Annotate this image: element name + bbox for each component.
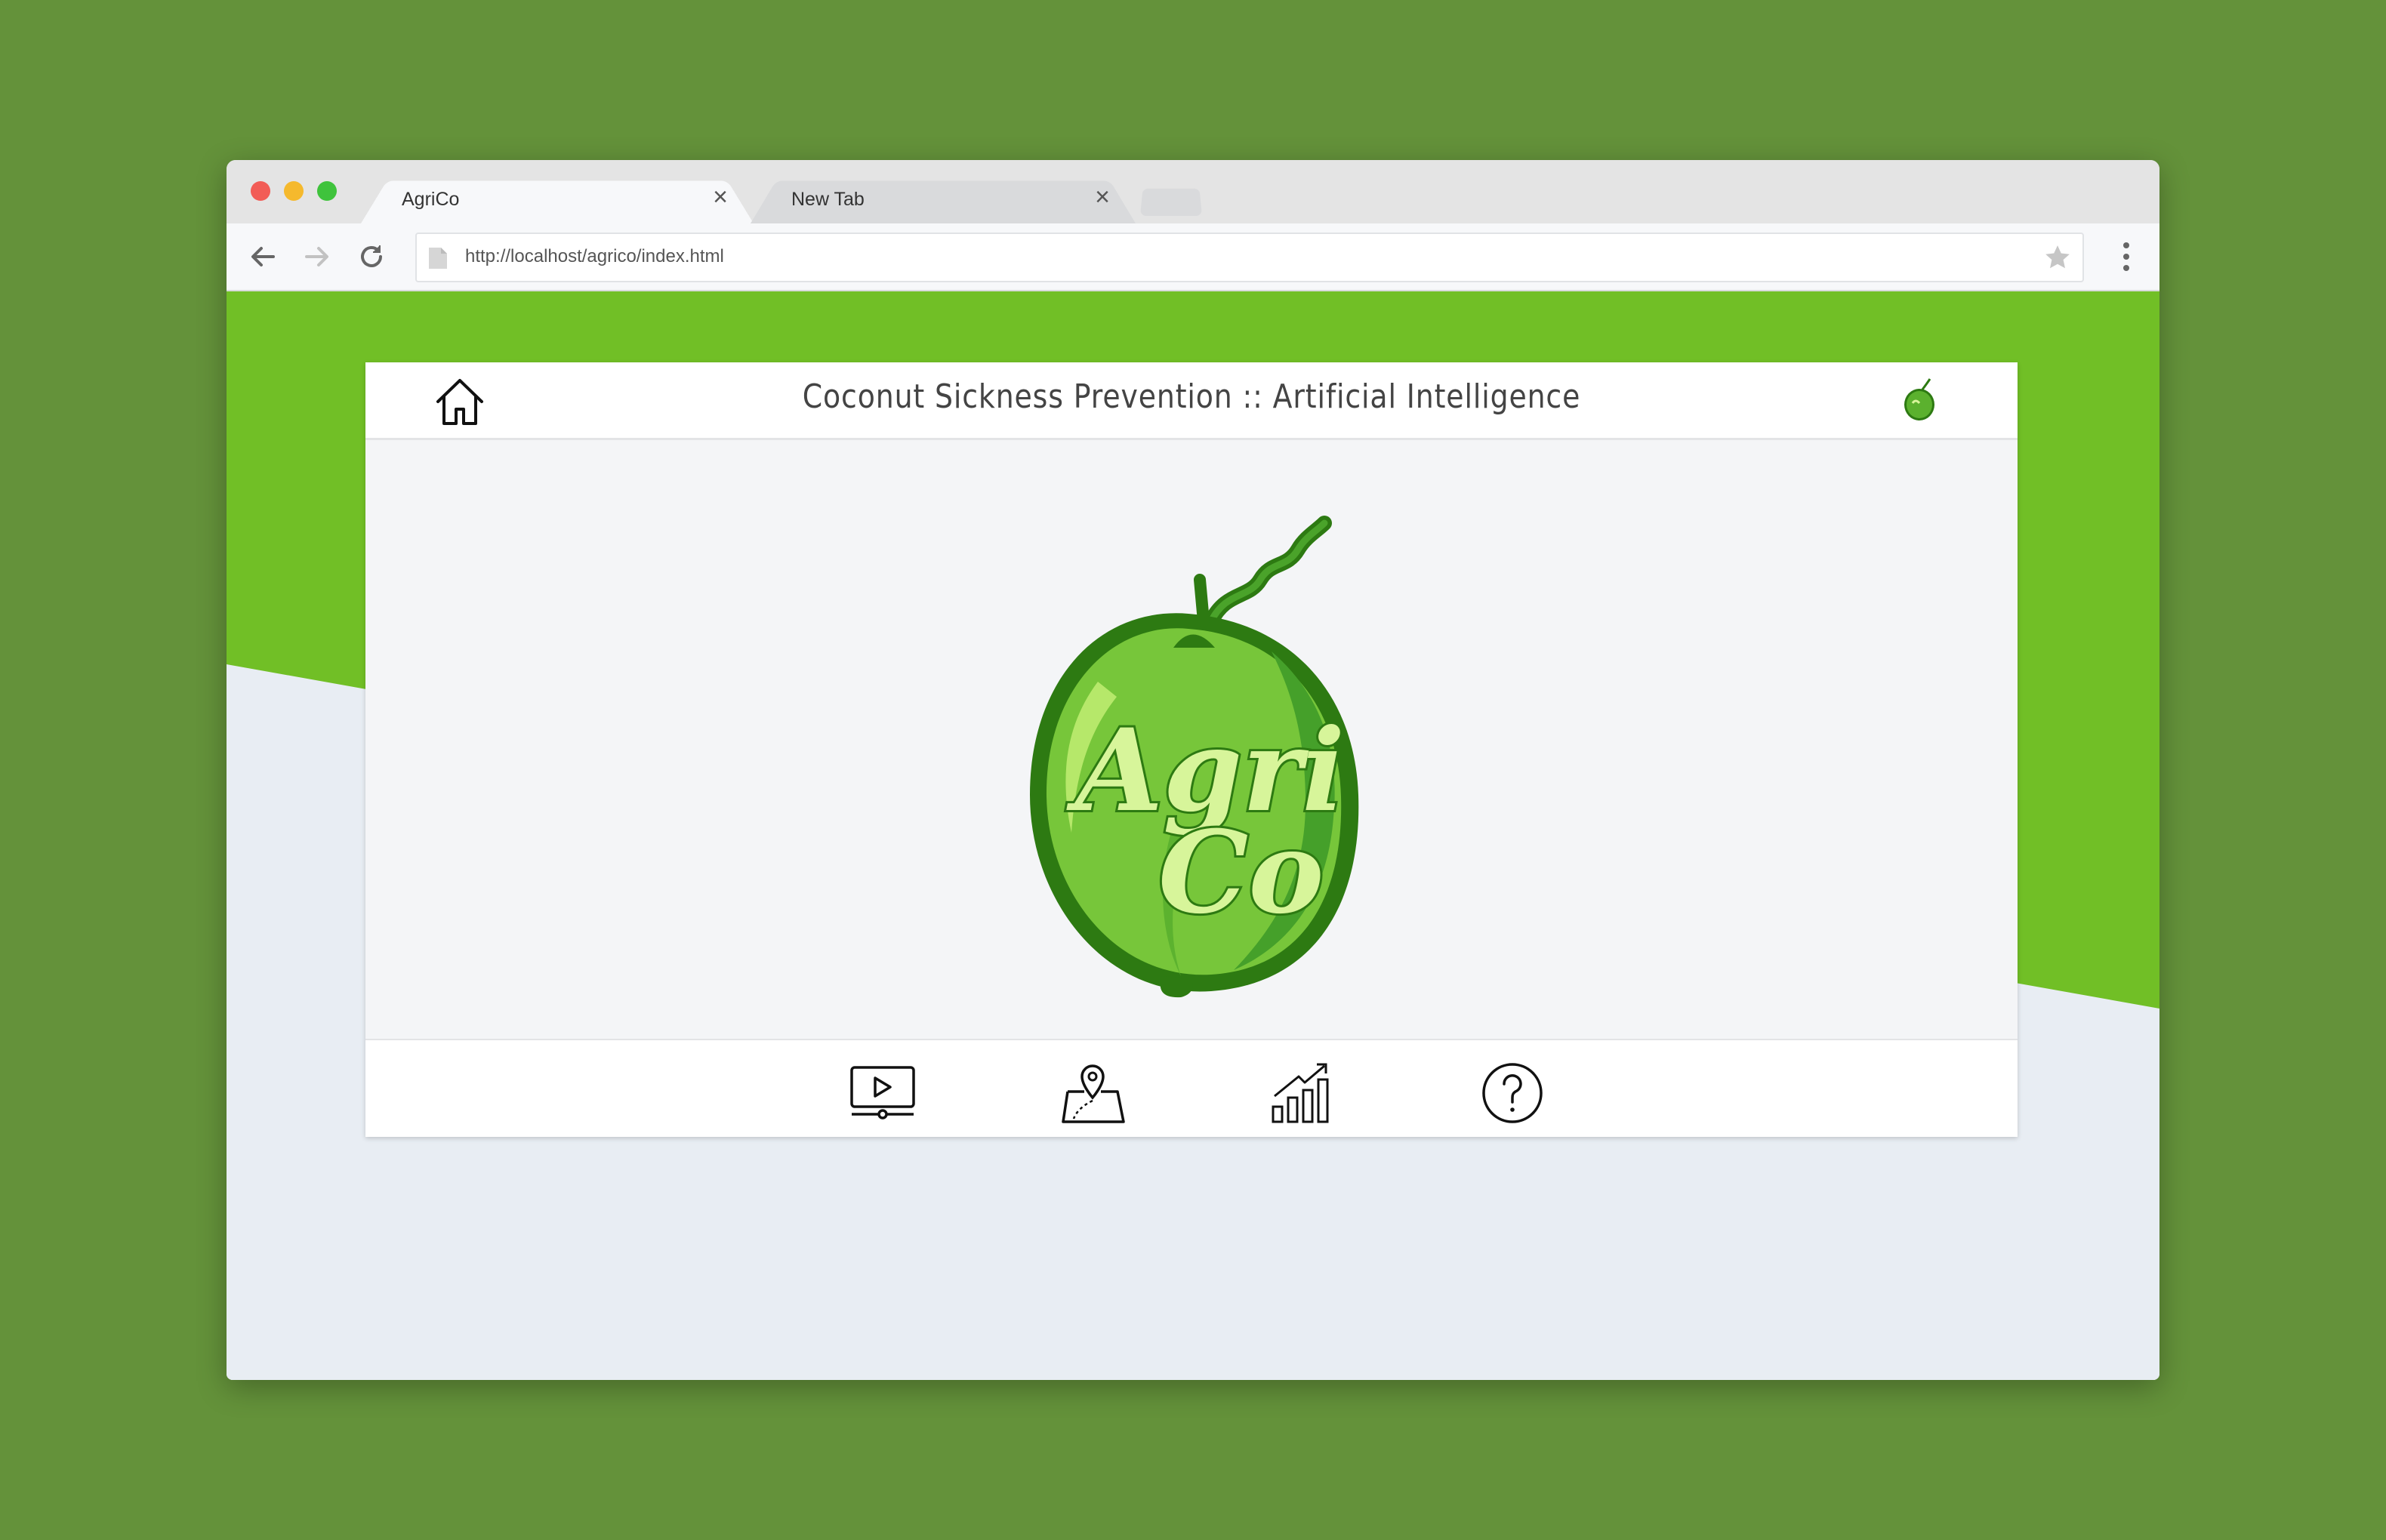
video-icon [850,1066,915,1120]
browser-toolbar: http://localhost/agrico/index.html [227,223,2159,291]
page-icon [429,248,447,269]
arrow-right-icon [305,247,328,266]
map-button[interactable] [1059,1061,1127,1125]
back-button[interactable] [245,239,281,275]
browser-window: AgriCo × New Tab × http://localhost/agri… [227,160,2159,1380]
minimize-window-button[interactable] [284,181,304,201]
logo-text-co: Co [1158,806,1324,939]
reload-icon [361,245,382,267]
tab-strip: AgriCo × New Tab × [227,160,2159,223]
tab-agrico[interactable]: AgriCo × [361,174,754,223]
web-page: Coconut Sickness Prevention :: Artificia… [227,291,2159,1380]
maximize-window-button[interactable] [317,181,337,201]
page-title: Coconut Sickness Prevention :: Artificia… [802,377,1581,416]
more-menu-icon[interactable] [2122,242,2131,272]
card-header: Coconut Sickness Prevention :: Artificia… [365,362,2018,440]
statistics-button[interactable] [1269,1061,1336,1125]
forward-button[interactable] [299,239,335,275]
card-body: Agri Co [365,440,2018,1036]
arrow-left-icon [251,247,275,266]
agrico-logo-small-icon[interactable] [1900,376,1942,423]
help-button[interactable] [1478,1061,1546,1125]
home-icon[interactable] [433,376,486,427]
url-text: http://localhost/agrico/index.html [465,246,724,266]
video-button[interactable] [849,1061,917,1125]
address-bar[interactable]: http://localhost/agrico/index.html [415,233,2084,282]
tab-label: New Tab [791,189,865,210]
new-tab-button[interactable] [1140,174,1202,223]
tab-new-tab[interactable]: New Tab × [751,174,1136,223]
card-footer [365,1039,2018,1137]
close-window-button[interactable] [251,181,270,201]
help-icon [1482,1063,1543,1123]
growth-chart-icon [1272,1063,1329,1123]
tab-label: AgriCo [402,189,460,210]
reload-button[interactable] [353,239,390,275]
bookmark-star-icon[interactable] [2043,243,2072,272]
map-location-icon [1062,1064,1125,1123]
tab-close-icon[interactable]: × [1095,184,1110,210]
agrico-coconut-logo: Agri Co [1030,516,1359,998]
tab-close-icon[interactable]: × [713,184,728,210]
main-card: Coconut Sickness Prevention :: Artificia… [365,362,2018,1137]
